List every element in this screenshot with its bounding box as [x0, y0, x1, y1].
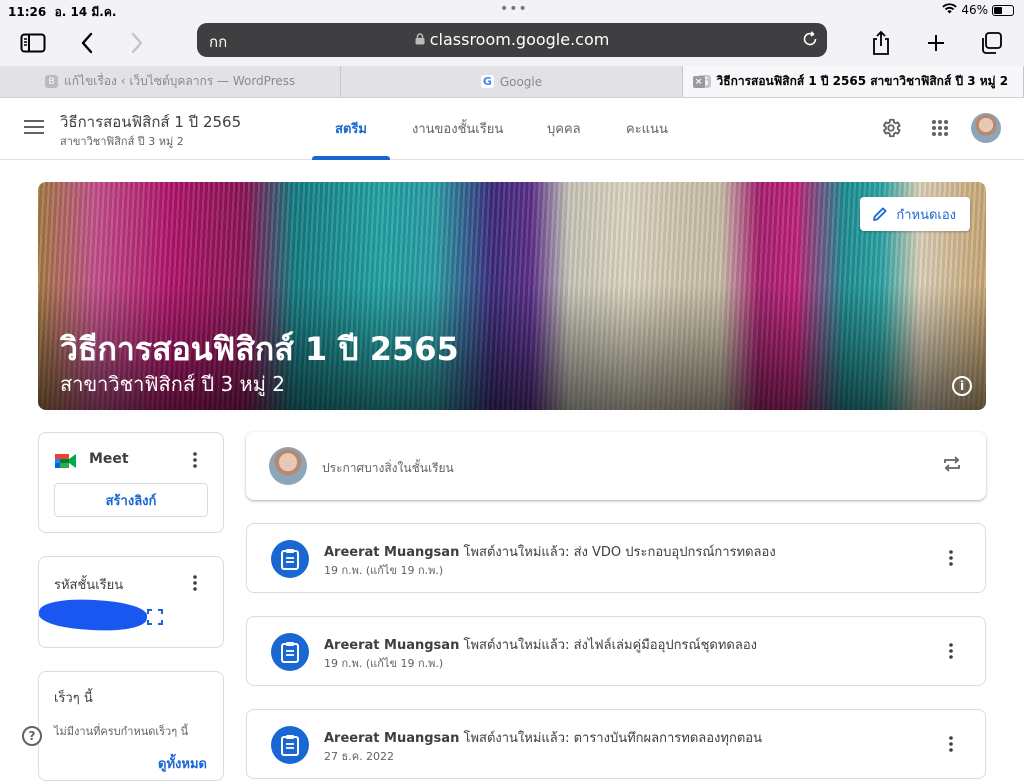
- create-meet-link-button[interactable]: สร้างลิงก์: [54, 483, 208, 517]
- banner-subtitle: สาขาวิชาฟิสิกส์ ปี 3 หมู่ 2: [60, 372, 285, 396]
- display-code-fullscreen-icon[interactable]: [147, 609, 163, 629]
- post-title: Areerat Muangsan โพสต์งานใหม่แล้ว: ส่งไฟ…: [324, 634, 757, 655]
- help-icon[interactable]: ?: [22, 726, 42, 746]
- browser-tab[interactable]: B แก้ไขเรื่อง ‹ เว็บไซต์บุคลากร — WordPre…: [0, 66, 342, 97]
- post-text: โพสต์งานใหม่แล้ว: ส่งไฟล์เล่มคู่มืออุปกร…: [463, 638, 757, 653]
- browser-tab[interactable]: G Google: [341, 66, 683, 97]
- browser-tabs: B แก้ไขเรื่อง ‹ เว็บไซต์บุคลากร — WordPre…: [0, 66, 1024, 98]
- post-date: 27 ธ.ค. 2022: [324, 750, 395, 763]
- stream-post[interactable]: Areerat Muangsan โพสต์งานใหม่แล้ว: ส่ง V…: [246, 523, 986, 593]
- class-code-more-icon[interactable]: [185, 573, 205, 593]
- meet-more-icon[interactable]: [185, 450, 205, 470]
- announce-box[interactable]: ประกาศบางสิ่งในชั้นเรียน: [246, 432, 986, 500]
- upcoming-card: เร็วๆ นี้ ไม่มีงานที่ครบกำหนดเร็วๆ นี้ ด…: [38, 671, 224, 781]
- announce-placeholder: ประกาศบางสิ่งในชั้นเรียน: [322, 461, 454, 475]
- address-bar[interactable]: กก classroom.google.com: [197, 23, 827, 57]
- favicon-icon: G: [480, 75, 494, 88]
- battery-icon: [992, 4, 1014, 16]
- share-icon[interactable]: [866, 28, 896, 58]
- browser-tab-label: แก้ไขเรื่อง ‹ เว็บไซต์บุคลากร — WordPres…: [64, 74, 296, 88]
- battery-percent: 46%: [961, 3, 988, 17]
- browser-tab-label: วิธีการสอนฟิสิกส์ 1 ปี 2565 สาขาวิชาฟิสิ…: [716, 74, 1009, 88]
- repost-icon[interactable]: [942, 454, 962, 478]
- tab-overview-icon[interactable]: [976, 28, 1006, 58]
- class-banner: กำหนดเอง วิธีการสอนฟิสิกส์ 1 ปี 2565 สาข…: [38, 182, 986, 410]
- post-date: 19 ก.พ. (แก้ไข 19 ก.พ.): [324, 657, 444, 670]
- post-author: Areerat Muangsan: [324, 545, 460, 560]
- stream-post[interactable]: Areerat Muangsan โพสต์งานใหม่แล้ว: ตาราง…: [246, 709, 986, 779]
- status-bar: 11:26 อ. 14 มี.ค. ••• 46%: [0, 0, 1024, 20]
- upcoming-title: เร็วๆ นี้: [54, 691, 93, 706]
- user-avatar: [269, 447, 307, 485]
- main-menu-icon[interactable]: [24, 119, 44, 139]
- post-author: Areerat Muangsan: [324, 731, 460, 746]
- browser-tab[interactable]: ×Gวิธีการสอนฟิสิกส์ 1 ปี 2565 สาขาวิชาฟิ…: [682, 66, 1024, 97]
- favicon-icon: B: [45, 75, 59, 88]
- account-avatar[interactable]: [971, 113, 1001, 143]
- url-text: classroom.google.com: [197, 30, 827, 49]
- meet-label: Meet: [89, 451, 129, 467]
- view-all-link[interactable]: ดูทั้งหมด: [158, 753, 207, 774]
- post-text: โพสต์งานใหม่แล้ว: ตารางบันทึกผลการทดลองท…: [463, 731, 762, 746]
- customize-label: กำหนดเอง: [896, 207, 956, 223]
- class-code-title: รหัสชั้นเรียน: [54, 578, 124, 593]
- post-more-icon[interactable]: [941, 734, 961, 754]
- classroom-header: วิธีการสอนฟิสิกส์ 1 ปี 2565 สาขาวิชาฟิสิ…: [0, 98, 1024, 160]
- browser-toolbar: กก classroom.google.com: [0, 20, 1024, 66]
- apps-grid-icon[interactable]: [928, 116, 952, 140]
- tab-classwork[interactable]: งานของชั้นเรียน: [402, 98, 513, 159]
- post-more-icon[interactable]: [941, 641, 961, 661]
- class-section: สาขาวิชาฟิสิกส์ ปี 3 หมู่ 2: [60, 135, 184, 148]
- new-tab-icon[interactable]: [921, 28, 951, 58]
- tab-grades[interactable]: คะแนน: [616, 98, 678, 159]
- tab-stream[interactable]: สตรีม: [312, 98, 390, 160]
- assignment-icon: [271, 540, 309, 578]
- meet-card: Meet สร้างลิงก์: [38, 432, 224, 533]
- browser-tab-label: Google: [499, 74, 543, 89]
- close-tab-icon[interactable]: ×: [692, 76, 705, 88]
- post-date: 19 ก.พ. (แก้ไข 19 ก.พ.): [324, 564, 444, 577]
- post-more-icon[interactable]: [941, 548, 961, 568]
- settings-gear-icon[interactable]: [879, 116, 903, 140]
- class-code-redacted: [39, 596, 148, 634]
- upcoming-empty-text: ไม่มีงานที่ครบกำหนดเร็วๆ นี้: [54, 725, 189, 738]
- customize-button[interactable]: กำหนดเอง: [860, 197, 970, 231]
- class-title[interactable]: วิธีการสอนฟิสิกส์ 1 ปี 2565: [60, 110, 241, 134]
- wifi-icon: [942, 3, 958, 17]
- post-author: Areerat Muangsan: [324, 638, 460, 653]
- class-code-card: รหัสชั้นเรียน: [38, 556, 224, 648]
- tab-people[interactable]: บุคคล: [537, 98, 591, 159]
- assignment-icon: [271, 726, 309, 764]
- lock-icon: [415, 33, 425, 45]
- forward-icon[interactable]: [122, 28, 152, 58]
- multitask-dots-icon[interactable]: •••: [500, 1, 528, 17]
- info-icon[interactable]: i: [952, 376, 972, 396]
- stream-post[interactable]: Areerat Muangsan โพสต์งานใหม่แล้ว: ส่งไฟ…: [246, 616, 986, 686]
- reload-icon[interactable]: [801, 30, 819, 52]
- sidebar-toggle-icon[interactable]: [18, 28, 48, 58]
- meet-logo-icon: [55, 452, 77, 474]
- assignment-icon: [271, 633, 309, 671]
- post-text: โพสต์งานใหม่แล้ว: ส่ง VDO ประกอบอุปกรณ์ก…: [463, 545, 776, 560]
- back-icon[interactable]: [72, 28, 102, 58]
- post-title: Areerat Muangsan โพสต์งานใหม่แล้ว: ตาราง…: [324, 727, 762, 748]
- pencil-icon: [873, 207, 887, 221]
- post-title: Areerat Muangsan โพสต์งานใหม่แล้ว: ส่ง V…: [324, 541, 776, 562]
